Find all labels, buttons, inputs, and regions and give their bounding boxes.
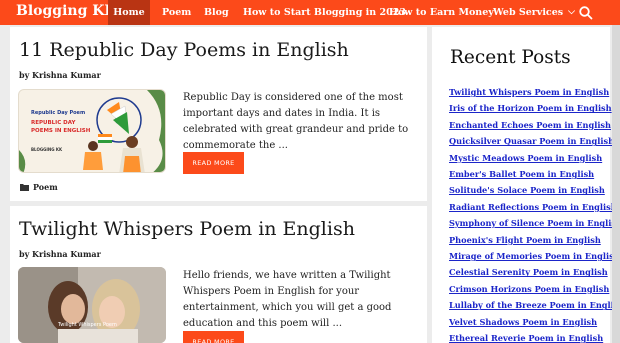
nav-web-services-label: Web Services	[493, 7, 564, 18]
recent-post-link[interactable]: Celestial Serenity Poem in English	[449, 264, 620, 280]
site-logo[interactable]: Blogging KK	[16, 3, 117, 19]
recent-post-link[interactable]: Ethereal Reverie Poem in English	[449, 330, 620, 343]
recent-post-link[interactable]: Mystic Meadows Poem in English	[449, 150, 620, 166]
recent-post-link[interactable]: Radiant Reflections Poem in English	[449, 199, 620, 215]
post-excerpt: Republic Day is considered one of the mo…	[183, 92, 409, 151]
recent-post-link[interactable]: Iris of the Horizon Poem in English	[449, 100, 620, 116]
post-title[interactable]: Twilight Whispers Poem in English	[19, 218, 355, 240]
recent-post-link[interactable]: Mirage of Memories Poem in English	[449, 248, 620, 264]
author-link[interactable]: Krishna Kumar	[32, 70, 101, 80]
recent-post-link[interactable]: Quicksilver Quasar Poem in English	[449, 133, 620, 149]
post-thumbnail[interactable]: Twilight Whispers Poem	[18, 267, 166, 343]
category-link[interactable]: Poem	[33, 182, 58, 192]
nav-earn-money[interactable]: How to Earn Money	[389, 0, 494, 25]
top-nav: Blogging KK Home Poem Blog How to Start …	[0, 0, 620, 25]
recent-post-link[interactable]: Phoenix's Flight Poem in English	[449, 232, 620, 248]
post-excerpt: Hello friends, we have written a Twiligh…	[183, 270, 392, 329]
author-link[interactable]: Krishna Kumar	[32, 249, 101, 259]
recent-post-link[interactable]: Lullaby of the Breeze Poem in English	[449, 297, 620, 313]
nav-web-services[interactable]: Web Services ⌵	[493, 0, 575, 25]
post-title[interactable]: 11 Republic Day Poems in English	[19, 39, 349, 61]
post-card: 11 Republic Day Poems in English by Kris…	[10, 27, 427, 201]
recent-posts-title: Recent Posts	[450, 47, 571, 68]
recent-post-link[interactable]: Twilight Whispers Poem in English	[449, 84, 620, 100]
folder-icon	[20, 184, 29, 191]
sidebar: Recent Posts Twilight Whispers Poem in E…	[432, 27, 620, 343]
recent-posts-list: Twilight Whispers Poem in English Iris o…	[449, 84, 620, 343]
recent-post-link[interactable]: Solitude's Solace Poem in English	[449, 182, 620, 198]
search-icon[interactable]	[578, 5, 594, 21]
recent-post-link[interactable]: Ember's Ballet Poem in English	[449, 166, 620, 182]
recent-post-link[interactable]: Crimson Horizons Poem in English	[449, 281, 620, 297]
thumb-brand: BLOGGING KK	[31, 147, 63, 152]
read-more-button[interactable]: READ MORE	[183, 152, 244, 174]
nav-poem[interactable]: Poem	[162, 0, 191, 25]
thumb-line3: POEMS IN ENGLISH	[31, 128, 91, 134]
post-thumbnail[interactable]: Republic Day Poem REPUBLIC DAY POEMS IN …	[18, 89, 166, 173]
nav-home[interactable]: Home	[108, 0, 150, 25]
post-byline: by Krishna Kumar	[19, 249, 101, 259]
thumb-line1: Republic Day Poem	[31, 110, 86, 116]
post-category: Poem	[20, 182, 58, 192]
thumb-caption: Twilight Whispers Poem	[58, 322, 117, 328]
nav-start-blogging[interactable]: How to Start Blogging in 2023	[243, 0, 406, 25]
byline-prefix: by	[19, 249, 30, 259]
page-scrollbar[interactable]	[612, 25, 620, 343]
post-byline: by Krishna Kumar	[19, 70, 101, 80]
chevron-down-icon: ⌵	[568, 7, 575, 17]
children-photo	[18, 267, 166, 343]
byline-prefix: by	[19, 70, 30, 80]
read-more-button[interactable]: READ MORE	[183, 331, 244, 343]
recent-post-link[interactable]: Velvet Shadows Poem in English	[449, 314, 620, 330]
nav-blog[interactable]: Blog	[204, 0, 229, 25]
post-card: Twilight Whispers Poem in English by Kri…	[10, 206, 427, 343]
thumb-line2: REPUBLIC DAY	[31, 120, 76, 126]
recent-post-link[interactable]: Enchanted Echoes Poem in English	[449, 117, 620, 133]
recent-post-link[interactable]: Symphony of Silence Poem in English	[449, 215, 620, 231]
